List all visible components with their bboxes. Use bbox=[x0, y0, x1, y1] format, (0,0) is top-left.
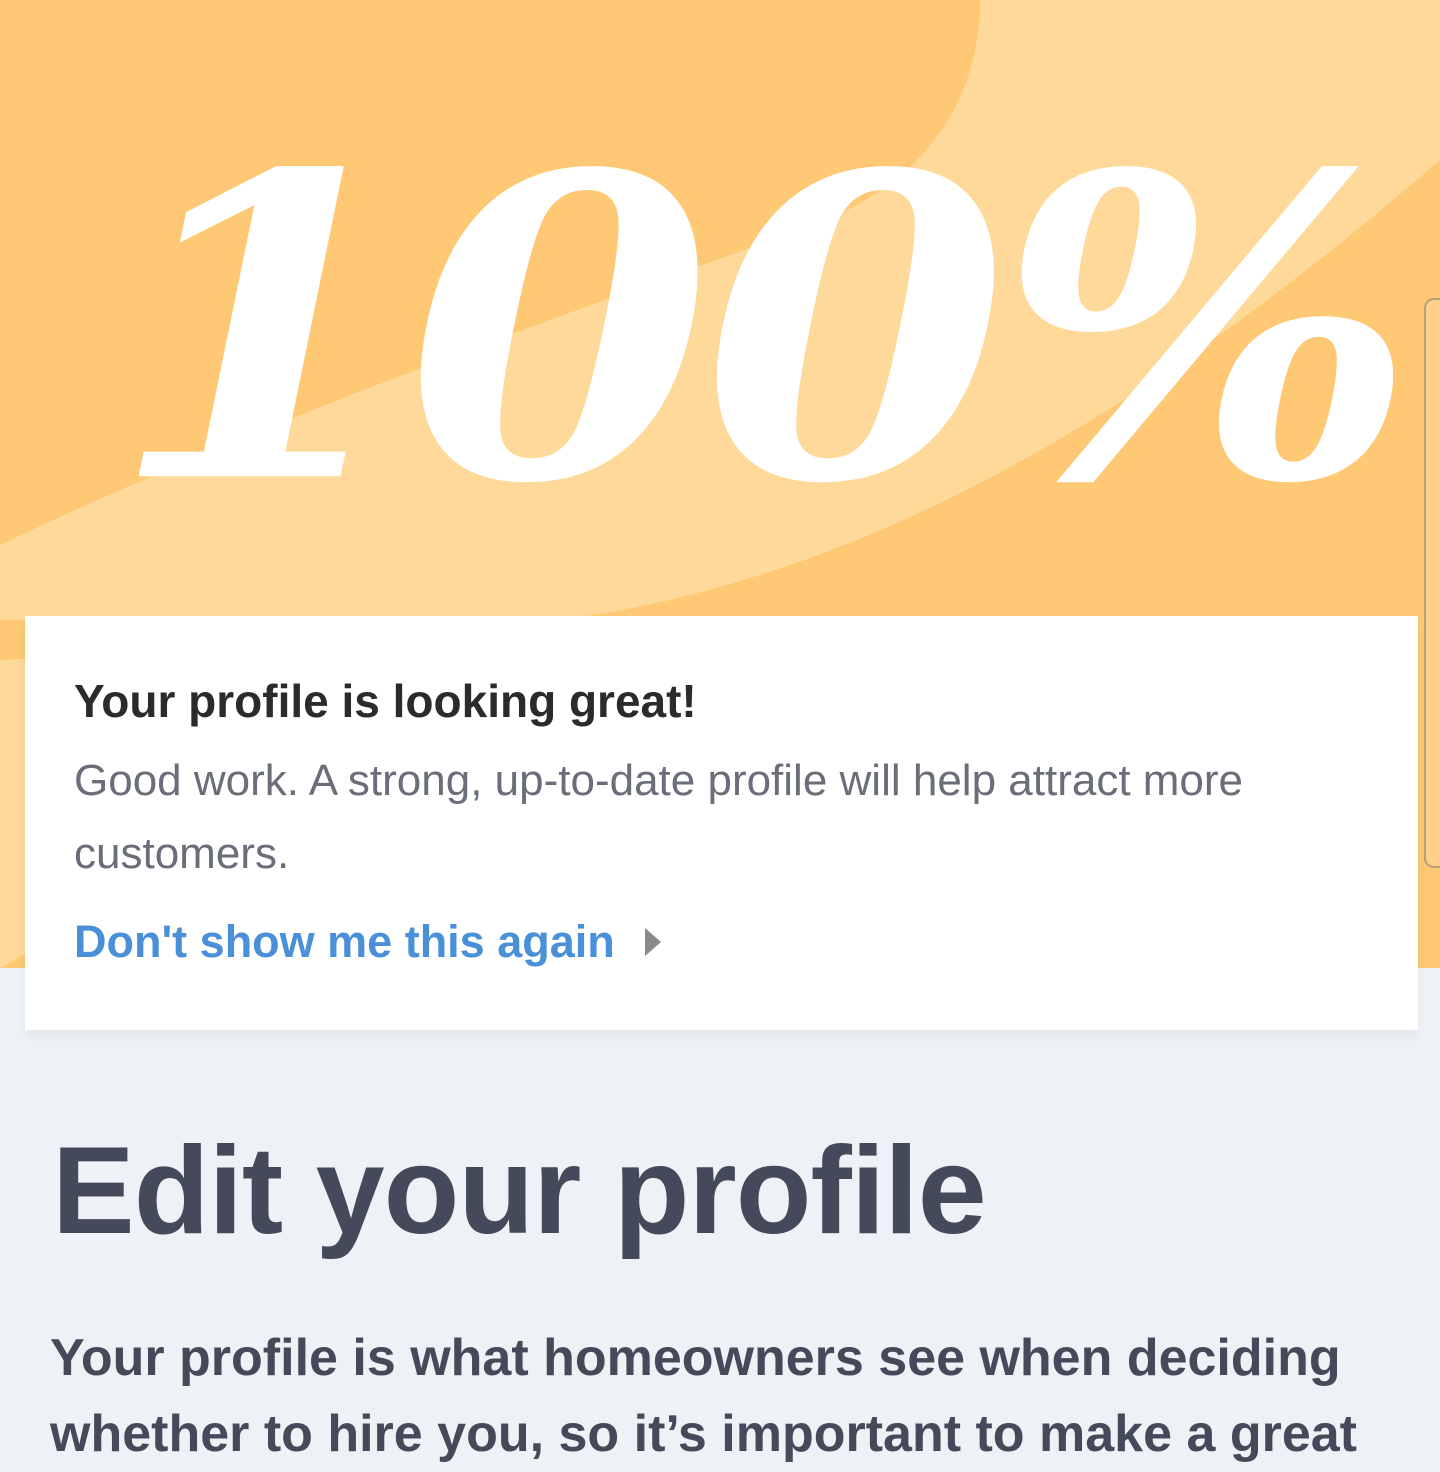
caret-right-icon bbox=[644, 928, 661, 956]
card-title: Your profile is looking great! bbox=[74, 675, 697, 727]
page-intro-text: Your profile is what homeowners see when… bbox=[50, 1329, 1357, 1463]
scroll-handle[interactable] bbox=[1424, 298, 1440, 868]
profile-status-card: Your profile is looking great! Good work… bbox=[25, 616, 1418, 1030]
dont-show-again-label: Don't show me this again bbox=[74, 916, 615, 967]
card-body-text: Good work. A strong, up-to-date profile … bbox=[74, 756, 1244, 878]
completion-percentage: 100% bbox=[110, 83, 1417, 576]
dont-show-again-link[interactable]: Don't show me this again bbox=[74, 916, 661, 968]
page-title: Edit your profile bbox=[52, 1122, 987, 1260]
